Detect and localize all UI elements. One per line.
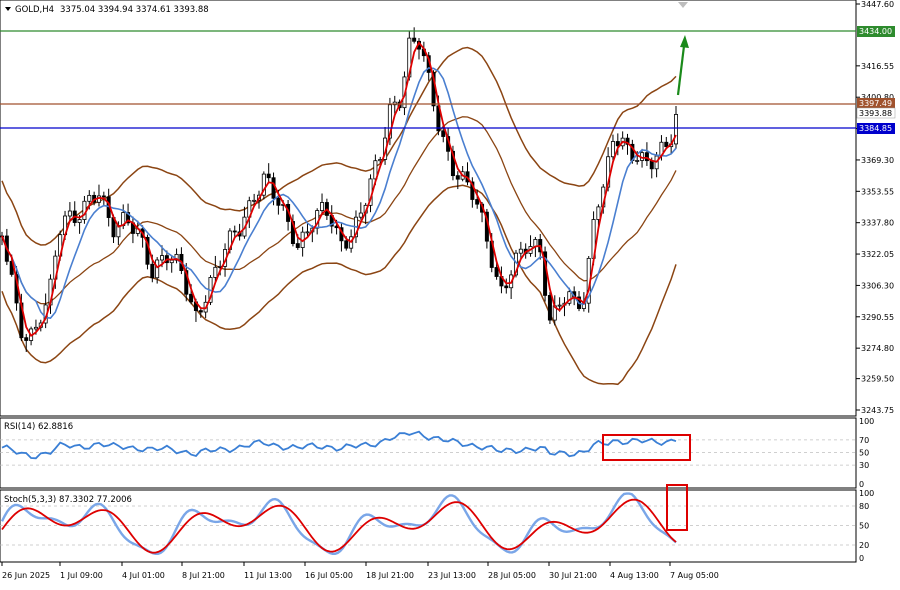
stoch-tick-label: 80 (859, 502, 869, 511)
time-tick-label: 28 Jul 05:00 (488, 571, 536, 580)
candle (528, 235, 533, 257)
shift-marker-icon[interactable] (678, 2, 688, 8)
svg-text:3397.49: 3397.49 (859, 99, 892, 108)
chart-canvas[interactable]: GOLD,H4 3375.04 3394.94 3374.61 3393.88 … (0, 0, 900, 586)
candle (67, 202, 72, 222)
time-tick-label: 1 Jul 09:00 (60, 571, 103, 580)
candle (261, 171, 266, 200)
time-tick-label: 18 Jul 21:00 (366, 571, 414, 580)
time-tick-label: 30 Jul 21:00 (549, 571, 597, 580)
stoch-tick-label: 0 (859, 554, 864, 563)
rsi-levels (0, 439, 856, 466)
price-tick-label: 3306.30 (861, 281, 894, 290)
rsi-tick-label: 70 (859, 436, 869, 445)
bullish-arrow[interactable] (676, 35, 689, 96)
price-tag-current: 3393.88 (856, 107, 896, 119)
ohlc-values: 3375.04 3394.94 3374.61 3393.88 (60, 5, 209, 15)
time-tick-label: 4 Aug 13:00 (610, 571, 659, 580)
svg-text:3434.00: 3434.00 (859, 27, 892, 36)
candle (339, 222, 344, 252)
rsi-tick-label: 100 (859, 417, 874, 426)
ma-slow-line (1, 67, 677, 319)
price-tick-label: 3290.55 (861, 313, 894, 322)
price-tick-label: 3447.60 (861, 0, 894, 9)
svg-text:3393.88: 3393.88 (859, 109, 892, 118)
price-tick-label: 3243.75 (861, 406, 894, 415)
rsi-panel-frame (0, 417, 857, 489)
time-tick-label: 16 Jul 05:00 (305, 571, 353, 580)
rsi-tick-label: 30 (859, 461, 869, 470)
time-tick-label: 23 Jul 13:00 (428, 571, 476, 580)
bollinger-bands (1, 46, 677, 386)
rsi-highlight-box[interactable] (602, 434, 691, 461)
candle (266, 163, 271, 183)
svg-text:3384.85: 3384.85 (859, 124, 892, 133)
candle (465, 162, 470, 186)
candle (358, 202, 363, 220)
candle (43, 293, 48, 329)
stoch-highlight-box[interactable] (666, 484, 688, 531)
price-tag-blue: 3384.85 (857, 123, 895, 134)
candle (644, 142, 649, 166)
time-tick-label: 26 Jun 2025 (2, 571, 50, 580)
candle (417, 38, 422, 60)
rsi-tick-label: 50 (859, 449, 869, 458)
symbol-timeframe: GOLD,H4 (15, 5, 54, 15)
bollinger-upper (1, 46, 677, 246)
stoch-tick-label: 20 (859, 541, 869, 550)
candle (247, 196, 252, 229)
stoch-tick-label: 100 (859, 489, 874, 498)
time-tick-label: 7 Aug 05:00 (670, 571, 719, 580)
price-tick-label: 3416.55 (861, 62, 894, 71)
price-tag-green: 3434.00 (857, 26, 895, 37)
candle (509, 270, 514, 299)
bollinger-middle (1, 116, 677, 305)
stoch-axis: 100 80 50 20 0 (859, 489, 874, 563)
price-tag-brown: 3397.49 (857, 98, 895, 109)
candle (96, 184, 101, 207)
time-tick-label: 8 Jul 21:00 (182, 571, 225, 580)
stoch-tick-label: 50 (859, 522, 869, 531)
stoch-label: Stoch(5,3,3) 87.3302 77.2006 (4, 495, 132, 505)
time-tick-label: 11 Jul 13:00 (244, 571, 292, 580)
price-tick-label: 3322.05 (861, 250, 894, 259)
rsi-axis: 100 70 50 30 0 (859, 417, 874, 489)
rsi-label: RSI(14) 62.8816 (4, 422, 73, 432)
candle (543, 246, 548, 302)
candle (242, 206, 247, 239)
rsi-tick-label: 0 (859, 480, 864, 489)
bollinger-lower (1, 184, 677, 386)
price-axis: 3447.603416.553400.803385.053369.303353.… (856, 0, 894, 415)
price-tick-label: 3337.80 (861, 219, 894, 228)
symbol-dropdown-icon[interactable] (5, 7, 11, 11)
candle (169, 255, 174, 273)
time-tick-label: 4 Jul 01:00 (122, 571, 165, 580)
candle (412, 27, 417, 44)
trading-chart[interactable]: GOLD,H4 3375.04 3394.94 3374.61 3393.88 … (0, 0, 900, 586)
candle (24, 333, 29, 352)
price-tick-label: 3259.50 (861, 375, 894, 384)
candle (620, 131, 625, 150)
price-tick-label: 3274.80 (861, 344, 894, 353)
candle (174, 248, 179, 264)
time-axis: 26 Jun 2025 1 Jul 09:00 4 Jul 01:00 8 Jul 2… (1, 562, 719, 580)
candle (329, 205, 334, 234)
candle (82, 195, 87, 224)
price-tick-label: 3369.30 (861, 156, 894, 165)
candle (130, 216, 135, 244)
candle (72, 201, 77, 227)
price-tick-label: 3353.55 (861, 187, 894, 196)
candle (547, 292, 552, 325)
rsi-line (1, 430, 677, 460)
candlesticks (0, 27, 679, 352)
